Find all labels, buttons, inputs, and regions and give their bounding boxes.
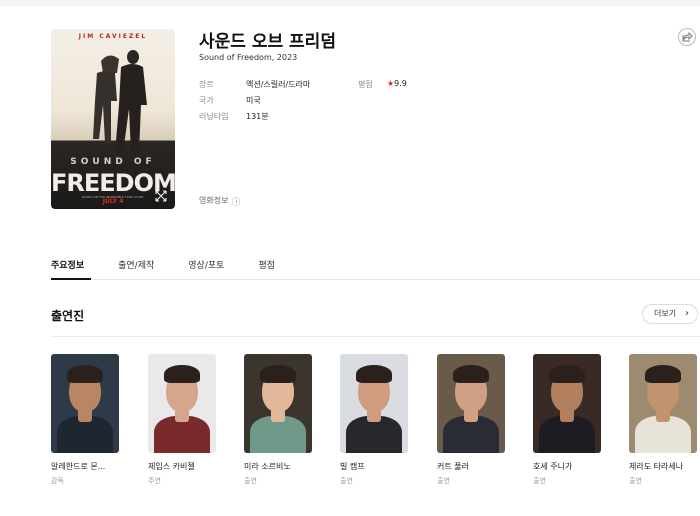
more-button-label: 더보기 xyxy=(654,309,677,318)
genre-value: 액션/스릴러/드라마 xyxy=(246,80,311,89)
movie-title: 사운드 오브 프리덤 xyxy=(199,32,336,52)
cast-photo[interactable] xyxy=(244,354,312,453)
section-divider xyxy=(51,336,700,337)
cast-role: 출연 xyxy=(533,477,546,485)
rating-value: ★9.9 xyxy=(387,79,407,88)
share-icon xyxy=(682,31,693,42)
cast-photo[interactable] xyxy=(437,354,505,453)
runtime-value: 131분 xyxy=(246,112,269,121)
movie-info-label: 영화정보 xyxy=(199,196,229,205)
cast-photo[interactable] xyxy=(340,354,408,453)
movie-subtitle: Sound of Freedom, 2023 xyxy=(199,53,298,62)
cast-card[interactable]: 미라 소르비노출연 xyxy=(244,354,312,486)
country-label: 국가 xyxy=(199,96,214,105)
cast-card[interactable]: 호세 주니가출연 xyxy=(533,354,601,486)
cast-photo[interactable] xyxy=(533,354,601,453)
chevron-right-icon: › xyxy=(685,308,689,319)
cast-name[interactable]: 알레한드로 몬... xyxy=(51,461,119,472)
cast-card[interactable]: 커트 풀러출연 xyxy=(437,354,505,486)
cast-card[interactable]: 빌 캠프출연 xyxy=(340,354,408,486)
rating-label: 평점 xyxy=(358,80,373,89)
cast-card[interactable]: 제라도 타라세나출연 xyxy=(629,354,697,486)
poster-actor-name: JIM CAVIEZEL xyxy=(78,33,148,40)
info-badge: i xyxy=(232,197,241,206)
tab-cast-crew[interactable]: 출연/제작 xyxy=(118,258,154,271)
cast-role: 출연 xyxy=(437,477,450,485)
cast-section-title: 출연진 xyxy=(51,309,85,323)
cast-role: 감독 xyxy=(51,477,64,485)
cast-role: 출연 xyxy=(629,477,642,485)
tab-bar: 주요정보 출연/제작 영상/포토 평점 xyxy=(51,258,309,271)
share-button[interactable] xyxy=(678,28,696,46)
more-button[interactable]: 더보기 › xyxy=(642,304,698,324)
cast-name[interactable]: 제라도 타라세나 xyxy=(629,461,697,472)
cast-photo[interactable] xyxy=(629,354,697,453)
runtime-label: 러닝타임 xyxy=(199,112,229,121)
cast-role: 출연 xyxy=(244,477,257,485)
cast-photo[interactable] xyxy=(148,354,216,453)
cast-photo[interactable] xyxy=(51,354,119,453)
tab-rating[interactable]: 평점 xyxy=(258,258,275,271)
movie-info-link[interactable]: 영화정보 i xyxy=(199,195,241,206)
cast-role: 출연 xyxy=(340,477,353,485)
country-value: 미국 xyxy=(246,96,261,105)
cast-role: 주연 xyxy=(148,477,161,485)
tab-main-info[interactable]: 주요정보 xyxy=(51,258,84,271)
cast-card[interactable]: 알레한드로 몬... 감독 xyxy=(51,354,119,486)
cast-name[interactable]: 미라 소르비노 xyxy=(244,461,312,472)
poster-figures-image xyxy=(93,50,147,153)
cast-name[interactable]: 커트 풀러 xyxy=(437,461,505,472)
cast-name[interactable]: 호세 주니가 xyxy=(533,461,601,472)
tab-active-indicator xyxy=(51,278,91,280)
top-band xyxy=(0,0,700,6)
genre-label: 장르 xyxy=(199,80,214,89)
poster-title-line1: SOUND OF xyxy=(70,157,156,167)
movie-poster[interactable]: JIM CAVIEZEL SOUND OF FREEDOM BASED ON T… xyxy=(51,29,175,209)
cast-card[interactable]: 제임스 카비젤주연 xyxy=(148,354,216,486)
cast-name[interactable]: 제임스 카비젤 xyxy=(148,461,216,472)
tab-video-photo[interactable]: 영상/포토 xyxy=(188,258,224,271)
expand-icon[interactable] xyxy=(155,190,167,202)
tab-divider xyxy=(51,279,700,280)
cast-name[interactable]: 빌 캠프 xyxy=(340,461,408,472)
